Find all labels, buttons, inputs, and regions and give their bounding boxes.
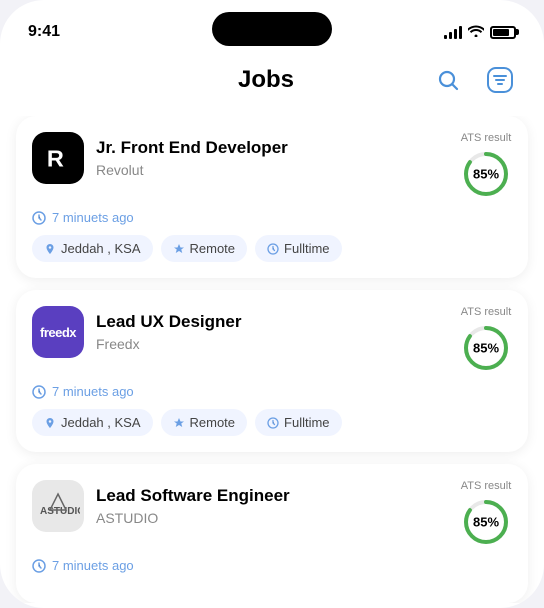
job-title-3: Lead Software Engineer bbox=[96, 486, 290, 506]
status-time: 9:41 bbox=[28, 23, 60, 41]
post-time-2: 7 minuets ago bbox=[32, 384, 512, 399]
job-card-2[interactable]: freedx Lead UX Designer Freedx ATS resul… bbox=[16, 290, 528, 452]
company-logo-astudio: ASTUDIO bbox=[32, 480, 84, 532]
location-icon-1 bbox=[44, 243, 56, 255]
time-text-1: 7 minuets ago bbox=[52, 210, 134, 225]
phone-frame: 9:41 Jobs bbox=[0, 0, 544, 608]
tags-2: Jeddah , KSA Remote Fulltime bbox=[32, 409, 512, 436]
page-title: Jobs bbox=[104, 66, 428, 94]
job-title-1: Jr. Front End Developer bbox=[96, 138, 288, 158]
company-name-2: Freedx bbox=[96, 336, 242, 352]
revolut-r-icon: R bbox=[40, 140, 76, 176]
job-cards-container: R Jr. Front End Developer Revolut ATS re… bbox=[0, 116, 544, 603]
company-logo-revolut: R bbox=[32, 132, 84, 184]
remote-icon-1 bbox=[173, 243, 185, 255]
company-name-3: ASTUDIO bbox=[96, 510, 290, 526]
clock-icon-3 bbox=[32, 559, 46, 573]
location-icon-2 bbox=[44, 417, 56, 429]
svg-text:R: R bbox=[47, 145, 64, 171]
time-icon-2 bbox=[267, 417, 279, 429]
ats-result-3: ATS result 85% bbox=[460, 480, 512, 548]
job-info-2: Lead UX Designer Freedx bbox=[96, 312, 242, 351]
tag-fulltime-1: Fulltime bbox=[255, 235, 342, 262]
dynamic-island bbox=[212, 12, 332, 46]
time-text-3: 7 minuets ago bbox=[52, 558, 134, 573]
search-button[interactable] bbox=[428, 60, 468, 100]
job-card-3[interactable]: ASTUDIO Lead Software Engineer ASTUDIO A… bbox=[16, 464, 528, 603]
ats-percent-3: 85% bbox=[473, 515, 499, 530]
tag-location-1: Jeddah , KSA bbox=[32, 235, 153, 262]
tag-fulltime-text-2: Fulltime bbox=[284, 415, 330, 430]
status-icons bbox=[444, 24, 516, 40]
company-logo-freedx: freedx bbox=[32, 306, 84, 358]
header: Jobs bbox=[0, 50, 544, 116]
tag-location-text-1: Jeddah , KSA bbox=[61, 241, 141, 256]
svg-text:ASTUDIO: ASTUDIO bbox=[40, 506, 80, 517]
ats-circle-2: 85% bbox=[460, 322, 512, 374]
ats-result-2: ATS result 85% bbox=[460, 306, 512, 374]
tag-location-text-2: Jeddah , KSA bbox=[61, 415, 141, 430]
tag-remote-1: Remote bbox=[161, 235, 248, 262]
ats-label-2: ATS result bbox=[461, 306, 512, 318]
tag-location-2: Jeddah , KSA bbox=[32, 409, 153, 436]
ats-circle-1: 85% bbox=[460, 148, 512, 200]
clock-icon-2 bbox=[32, 385, 46, 399]
search-icon bbox=[436, 68, 460, 92]
filter-button[interactable] bbox=[480, 60, 520, 100]
filter-icon bbox=[486, 66, 514, 94]
ats-label-3: ATS result bbox=[461, 480, 512, 492]
remote-icon-2 bbox=[173, 417, 185, 429]
tags-1: Jeddah , KSA Remote Fulltime bbox=[32, 235, 512, 262]
freedx-logo-text: freedx bbox=[40, 325, 76, 340]
ats-circle-3: 85% bbox=[460, 496, 512, 548]
time-icon-1 bbox=[267, 243, 279, 255]
ats-percent-1: 85% bbox=[473, 167, 499, 182]
tag-remote-text-2: Remote bbox=[190, 415, 236, 430]
job-info-1: Jr. Front End Developer Revolut bbox=[96, 138, 288, 177]
post-time-1: 7 minuets ago bbox=[32, 210, 512, 225]
battery-icon bbox=[490, 26, 516, 39]
astudio-logo-icon: ASTUDIO bbox=[36, 484, 80, 528]
company-name-1: Revolut bbox=[96, 162, 288, 178]
tag-remote-2: Remote bbox=[161, 409, 248, 436]
tag-fulltime-text-1: Fulltime bbox=[284, 241, 330, 256]
job-info-3: Lead Software Engineer ASTUDIO bbox=[96, 486, 290, 525]
clock-icon-1 bbox=[32, 211, 46, 225]
signal-icon bbox=[444, 25, 462, 39]
header-actions bbox=[428, 60, 520, 100]
wifi-icon bbox=[468, 24, 484, 40]
job-title-2: Lead UX Designer bbox=[96, 312, 242, 332]
ats-result-1: ATS result 85% bbox=[460, 132, 512, 200]
ats-label-1: ATS result bbox=[461, 132, 512, 144]
time-text-2: 7 minuets ago bbox=[52, 384, 134, 399]
tag-fulltime-2: Fulltime bbox=[255, 409, 342, 436]
tag-remote-text-1: Remote bbox=[190, 241, 236, 256]
post-time-3: 7 minuets ago bbox=[32, 558, 512, 573]
ats-percent-2: 85% bbox=[473, 341, 499, 356]
job-card-1[interactable]: R Jr. Front End Developer Revolut ATS re… bbox=[16, 116, 528, 278]
